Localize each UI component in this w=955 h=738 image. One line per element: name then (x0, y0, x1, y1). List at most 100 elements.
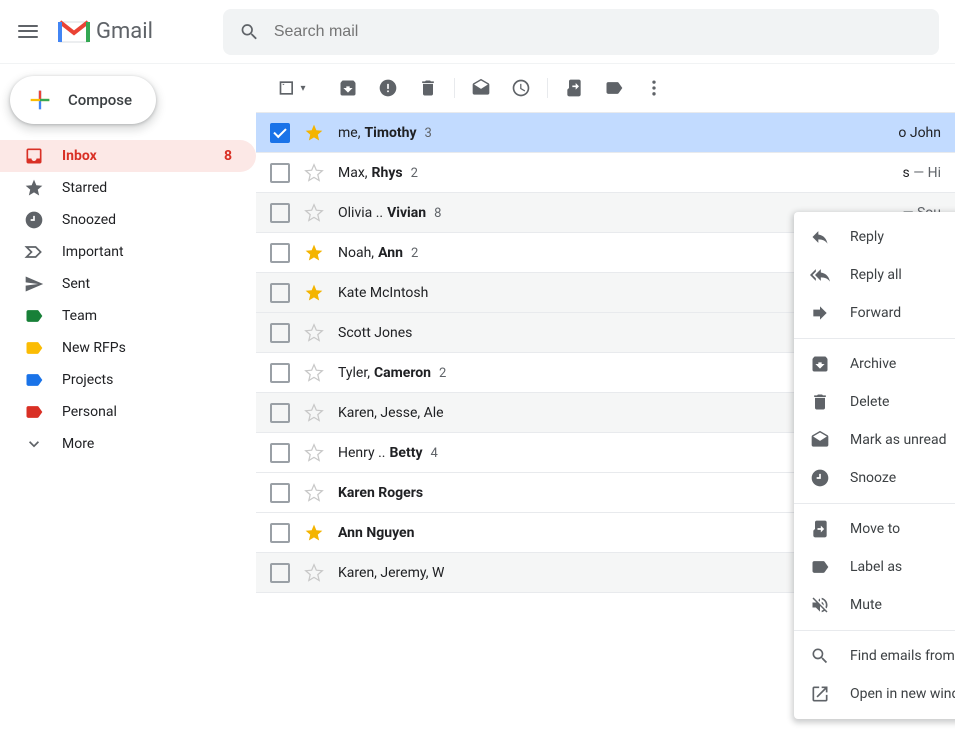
sidebar-item-sent[interactable]: Sent (0, 268, 256, 300)
sidebar-item-projects[interactable]: Projects (0, 364, 256, 396)
row-checkbox[interactable] (270, 123, 290, 143)
sender: Kate McIntosh (338, 285, 428, 301)
star-icon[interactable] (304, 403, 324, 423)
menu-item-open-in-new-window[interactable]: Open in new window (794, 675, 955, 713)
row-checkbox[interactable] (270, 243, 290, 263)
star-icon[interactable] (304, 483, 324, 503)
label-icon (24, 338, 44, 358)
row-checkbox[interactable] (270, 523, 290, 543)
menu-item-find-emails-from-timothy[interactable]: Find emails from Timothy Williamson (794, 637, 955, 675)
menu-label: Snooze (850, 470, 896, 486)
spam-button[interactable] (368, 68, 408, 108)
important-icon (24, 242, 44, 262)
select-dropdown[interactable]: ▾ (272, 68, 312, 108)
search-input[interactable] (274, 23, 923, 41)
sidebar-item-new-rfps[interactable]: New RFPs (0, 332, 256, 364)
more-icon (24, 434, 44, 454)
menu-item-mark-as-unread[interactable]: Mark as unread (794, 421, 955, 459)
snooze-button[interactable] (501, 68, 541, 108)
row-checkbox[interactable] (270, 363, 290, 383)
menu-separator (794, 503, 955, 504)
sidebar-label: New RFPs (62, 340, 126, 356)
mark-read-button[interactable] (461, 68, 501, 108)
sidebar-label: More (62, 436, 94, 452)
more-button[interactable] (634, 68, 674, 108)
menu-item-archive[interactable]: Archive (794, 345, 955, 383)
star-icon[interactable] (304, 363, 324, 383)
label-button[interactable] (594, 68, 634, 108)
main-menu-icon[interactable] (16, 20, 40, 44)
menu-separator (794, 338, 955, 339)
delete-button[interactable] (408, 68, 448, 108)
mute-icon (810, 595, 830, 615)
sender: Tyler, Cameron2 (338, 365, 446, 381)
row-checkbox[interactable] (270, 483, 290, 503)
star-icon[interactable] (304, 203, 324, 223)
menu-label: Reply all (850, 267, 902, 283)
row-checkbox[interactable] (270, 163, 290, 183)
star-icon[interactable] (304, 523, 324, 543)
menu-item-move-to[interactable]: Move to▶ (794, 510, 955, 548)
snooze-icon (810, 468, 830, 488)
row-checkbox[interactable] (270, 203, 290, 223)
row-checkbox[interactable] (270, 283, 290, 303)
star-icon[interactable] (304, 563, 324, 583)
star-icon[interactable] (304, 443, 324, 463)
star-icon[interactable] (304, 323, 324, 343)
archive-icon (810, 354, 830, 374)
menu-item-mute[interactable]: Mute (794, 586, 955, 624)
subject-snippet: s — Hi (892, 165, 941, 181)
sender: Henry .. Betty4 (338, 445, 438, 461)
sidebar-count: 8 (224, 148, 244, 164)
menu-label: Open in new window (850, 686, 955, 702)
label-icon (24, 370, 44, 390)
reply-icon (810, 227, 830, 247)
sidebar-item-snoozed[interactable]: Snoozed (0, 204, 256, 236)
gmail-logo[interactable]: Gmail (58, 19, 153, 44)
clock-icon (24, 210, 44, 230)
subject-snippet: o John (888, 125, 941, 141)
sidebar-item-inbox[interactable]: Inbox8 (0, 140, 256, 172)
search-bar[interactable] (223, 9, 939, 55)
sidebar-label: Personal (62, 404, 117, 420)
context-menu: Reply Reply all Forward ArchiveDeleteMark a… (794, 212, 955, 719)
sidebar-item-team[interactable]: Team (0, 300, 256, 332)
star-icon[interactable] (304, 163, 324, 183)
app-name: Gmail (96, 19, 153, 44)
move-to-button[interactable] (554, 68, 594, 108)
sidebar-label: Snoozed (62, 212, 116, 228)
sidebar-label: Starred (62, 180, 107, 196)
star-icon[interactable] (304, 283, 324, 303)
sender: Karen, Jesse, Ale (338, 405, 444, 421)
row-checkbox[interactable] (270, 323, 290, 343)
sidebar-item-starred[interactable]: Starred (0, 172, 256, 204)
archive-button[interactable] (328, 68, 368, 108)
plus-icon (26, 86, 54, 114)
mail-row[interactable]: Max, Rhys2s — Hi (256, 153, 955, 193)
label-icon (24, 402, 44, 422)
sidebar-item-more[interactable]: More (0, 428, 256, 460)
mail-row[interactable]: me, Timothy3 o John (256, 113, 955, 153)
sidebar-item-important[interactable]: Important (0, 236, 256, 268)
sender: me, Timothy3 (338, 125, 432, 141)
send-icon (24, 274, 44, 294)
menu-item-forward[interactable]: Forward (794, 294, 955, 332)
row-checkbox[interactable] (270, 563, 290, 583)
search-icon (810, 646, 830, 666)
menu-item-reply[interactable]: Reply (794, 218, 955, 256)
menu-item-delete[interactable]: Delete (794, 383, 955, 421)
menu-label: Move to (850, 521, 900, 537)
menu-item-label-as[interactable]: Label as▶ (794, 548, 955, 586)
compose-button[interactable]: Compose (10, 76, 156, 124)
delete-icon (810, 392, 830, 412)
row-checkbox[interactable] (270, 443, 290, 463)
forward-icon (810, 303, 830, 323)
row-checkbox[interactable] (270, 403, 290, 423)
label-icon (810, 557, 830, 577)
menu-separator (794, 630, 955, 631)
star-icon[interactable] (304, 243, 324, 263)
star-icon[interactable] (304, 123, 324, 143)
menu-item-snooze[interactable]: Snooze (794, 459, 955, 497)
sidebar-item-personal[interactable]: Personal (0, 396, 256, 428)
menu-item-reply-all[interactable]: Reply all (794, 256, 955, 294)
